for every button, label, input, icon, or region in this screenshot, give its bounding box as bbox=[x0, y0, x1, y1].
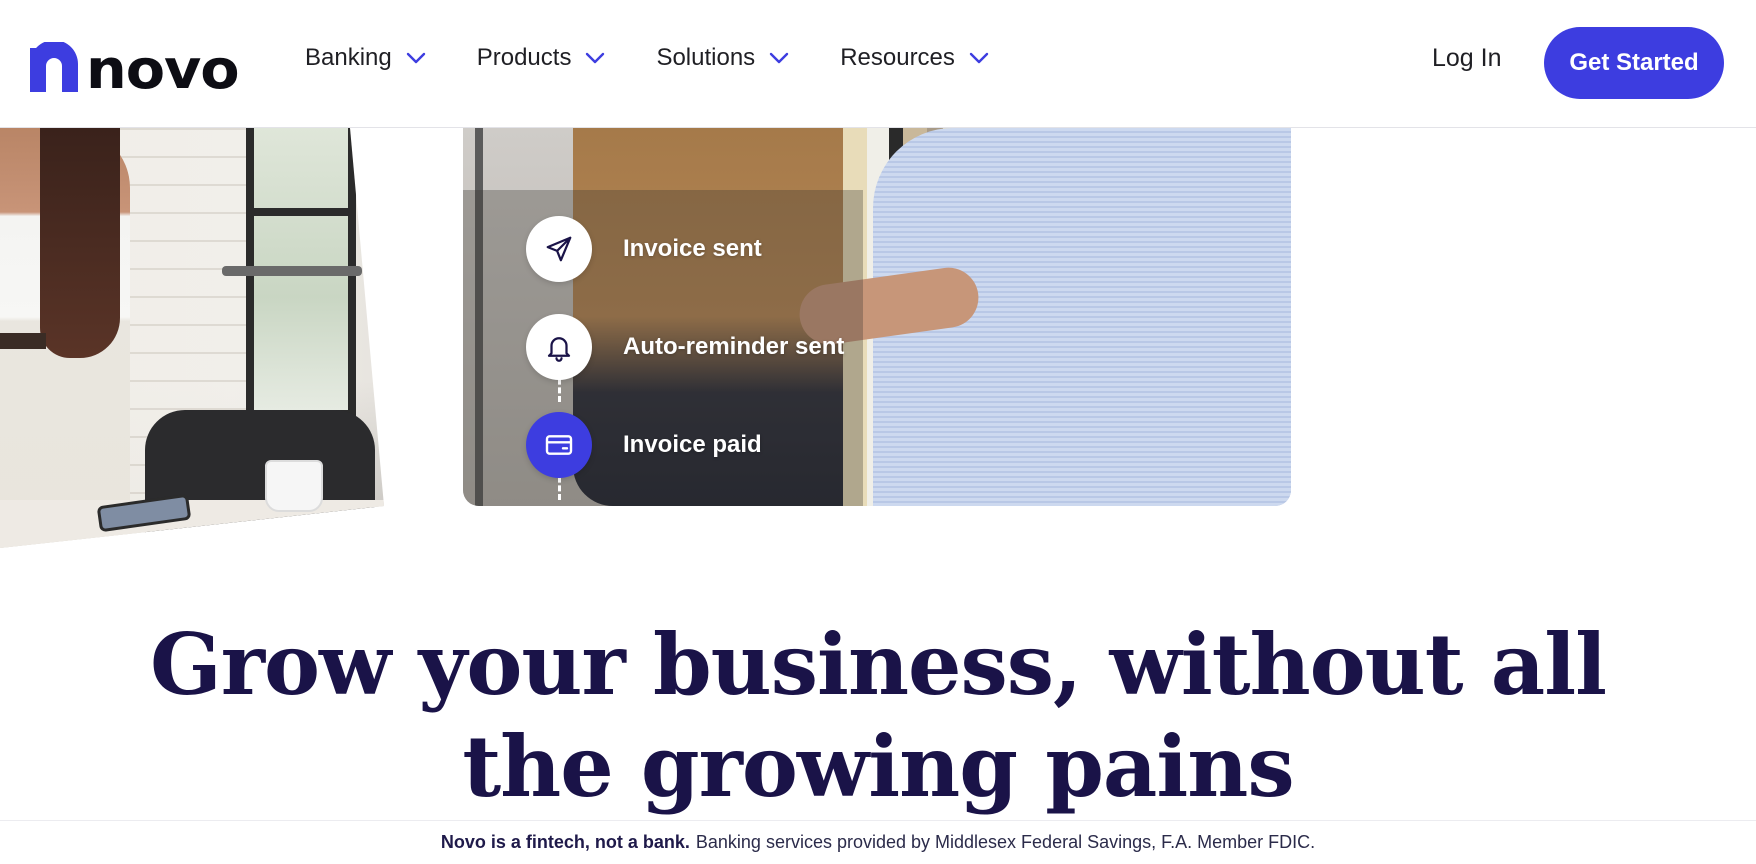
disclaimer-bold-text: Novo is a fintech, not a bank. bbox=[440, 832, 690, 852]
novo-logo-mark-icon bbox=[30, 42, 78, 92]
invoice-timeline: Invoice sent Auto-reminder sent Invoice … bbox=[526, 216, 844, 500]
paper-plane-icon bbox=[526, 216, 592, 282]
timeline-step-invoice-sent: Invoice sent bbox=[526, 216, 844, 282]
timeline-step-invoice-paid: Invoice paid bbox=[526, 412, 844, 478]
nav-item-solutions[interactable]: Solutions bbox=[656, 44, 789, 72]
logo-wordmark: novo bbox=[86, 38, 240, 101]
chevron-down-icon bbox=[969, 52, 989, 64]
disclaimer-text: Banking services provided by Middlesex F… bbox=[695, 832, 1316, 852]
chevron-down-icon bbox=[586, 52, 605, 64]
chevron-down-icon bbox=[406, 52, 425, 64]
chevron-down-icon bbox=[769, 52, 789, 64]
table bbox=[0, 500, 384, 548]
timeline-step-label: Invoice sent bbox=[623, 235, 762, 262]
nav-item-label: Banking bbox=[305, 44, 392, 71]
mug bbox=[265, 460, 323, 512]
person-hair bbox=[40, 128, 120, 358]
page-headline: Grow your business, without all the grow… bbox=[0, 614, 1756, 818]
nav-item-label: Products bbox=[476, 44, 572, 71]
hero-image-card: Invoice sent Auto-reminder sent Invoice … bbox=[463, 128, 1291, 506]
headline-line-2: the growing pains bbox=[462, 717, 1294, 816]
headline-line-1: Grow your business, without all bbox=[149, 615, 1607, 714]
nav-item-resources[interactable]: Resources bbox=[840, 44, 989, 72]
window-frame bbox=[246, 208, 356, 216]
fdic-disclaimer-banner: Novo is a fintech, not a bank. Banking s… bbox=[0, 820, 1756, 864]
site-header: novo Banking Products Solutions Resource… bbox=[0, 0, 1756, 128]
credit-card-icon bbox=[526, 412, 592, 478]
bell-icon bbox=[526, 314, 592, 380]
office-photo bbox=[0, 128, 384, 548]
timeline-step-label: Auto-reminder sent bbox=[623, 333, 845, 360]
timeline-step-auto-reminder: Auto-reminder sent bbox=[526, 314, 844, 380]
novo-logo[interactable]: novo bbox=[30, 36, 240, 97]
timeline-step-label: Invoice paid bbox=[623, 431, 762, 458]
nav-item-label: Resources bbox=[840, 44, 955, 71]
login-link[interactable]: Log In bbox=[1432, 44, 1502, 73]
nav-item-label: Solutions bbox=[656, 44, 756, 71]
wall-rail bbox=[222, 266, 362, 276]
person-belt bbox=[0, 333, 46, 349]
nav-item-banking[interactable]: Banking bbox=[305, 44, 426, 72]
nav-item-products[interactable]: Products bbox=[477, 44, 606, 72]
main-nav: Banking Products Solutions Resources bbox=[305, 44, 1040, 72]
get-started-button[interactable]: Get Started bbox=[1544, 27, 1724, 99]
